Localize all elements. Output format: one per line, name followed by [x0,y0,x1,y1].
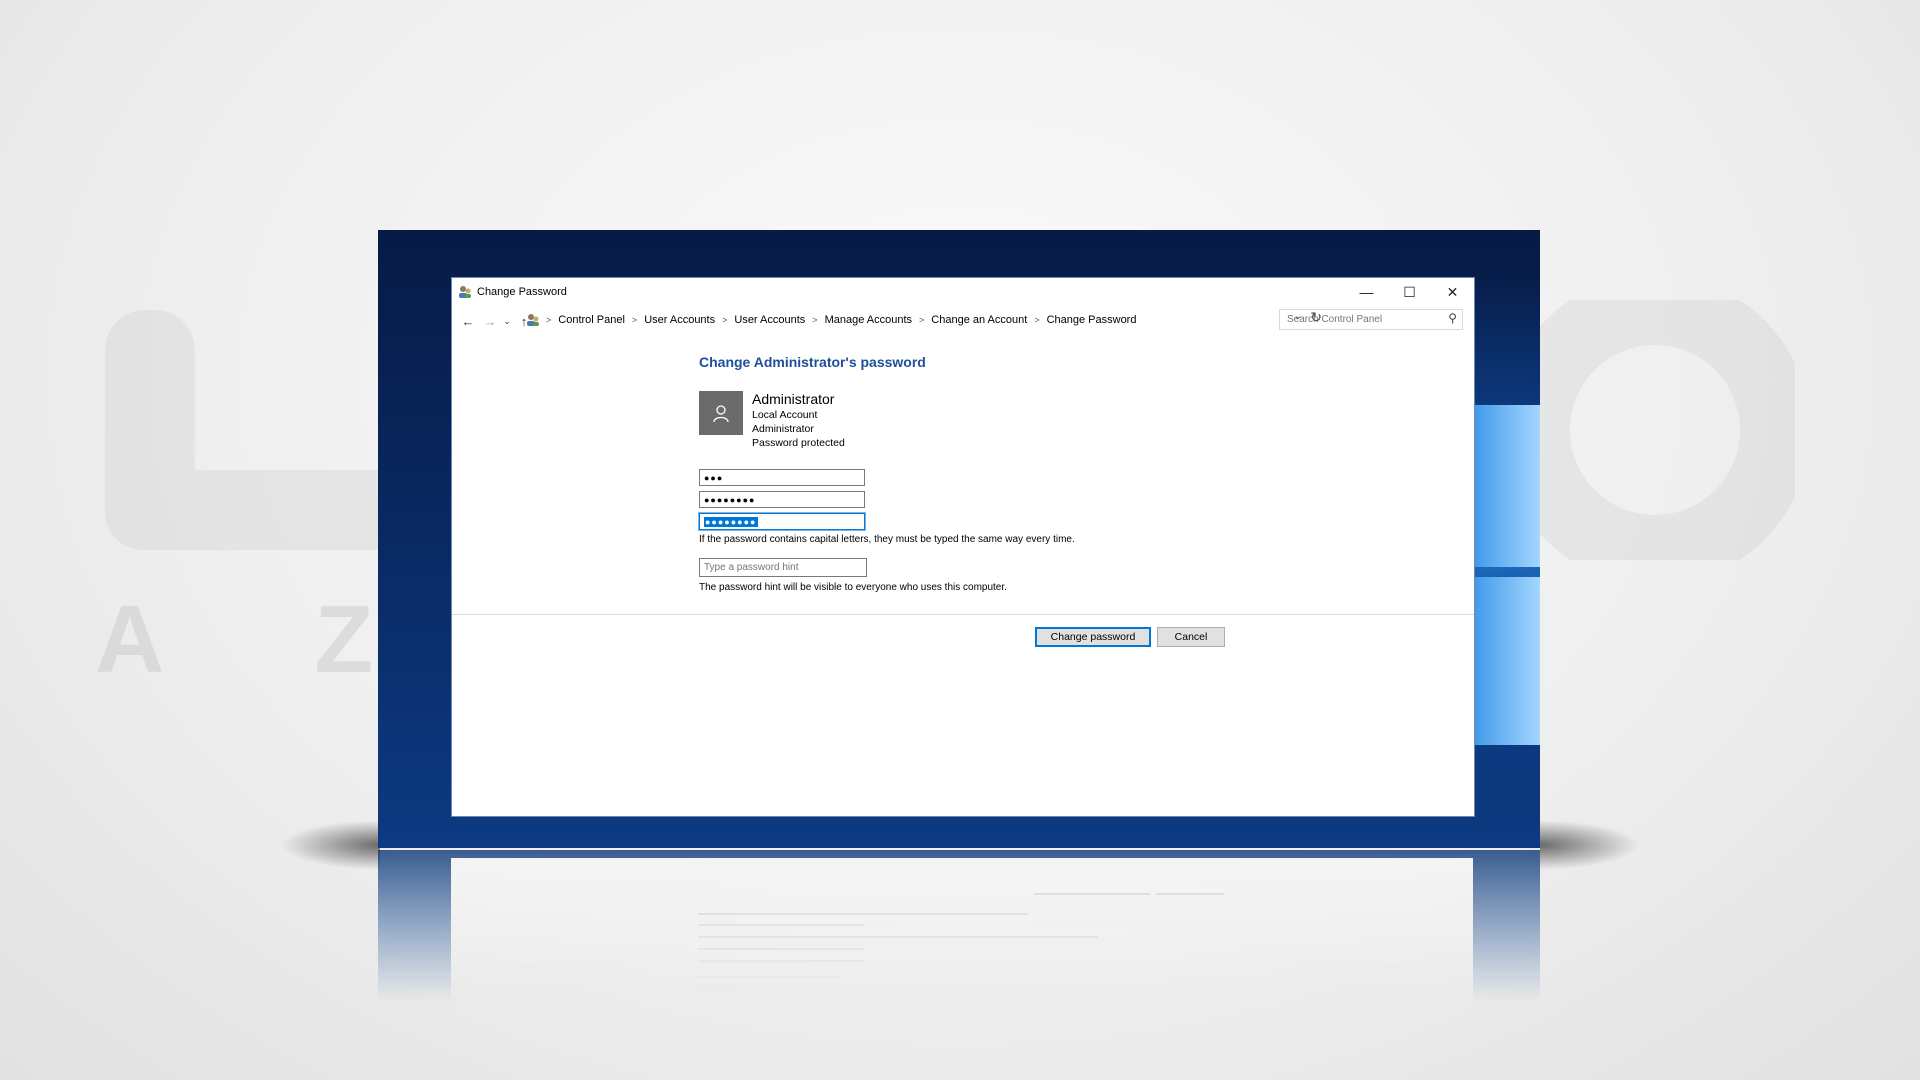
reflection-window [451,858,1473,1010]
current-password-value: ●●● [704,472,724,483]
minimize-button[interactable]: — [1345,278,1388,306]
reflection-line [698,913,1028,915]
new-password-value: ●●●●●●●● [704,494,756,505]
frame-shadow-left [280,820,380,870]
reflection-line [698,960,864,962]
search-input[interactable] [1285,313,1439,326]
user-accounts-icon [459,286,471,298]
reflection-surface [378,850,1540,1010]
address-bar[interactable]: > Control Panel > User Accounts > User A… [527,309,1324,331]
breadcrumb-control-panel[interactable]: Control Panel [558,314,625,326]
watermark-letter: Z [314,586,374,693]
breadcrumb-separator-icon: > [631,315,638,325]
close-button[interactable]: ✕ [1431,278,1474,306]
confirm-password-value: ●●●●●●●● [704,516,758,527]
breadcrumb-separator-icon: > [546,315,552,325]
maximize-button[interactable]: ☐ [1388,278,1431,306]
account-status: Password protected [752,437,845,449]
page-title: Change Administrator's password [699,354,926,370]
user-silhouette-icon [713,405,729,423]
change-password-button[interactable]: Change password [1035,627,1151,647]
recent-locations-chevron-icon[interactable]: ⌄ [501,310,513,332]
reflection-line [698,936,1098,938]
breadcrumb-separator-icon: > [919,315,925,325]
breadcrumb-change-password[interactable]: Change Password [1047,314,1137,326]
breadcrumb-separator-icon: > [1034,315,1040,325]
title-bar: Change Password — ☐ ✕ [452,278,1474,306]
breadcrumb-user-accounts-sub[interactable]: User Accounts [734,314,805,326]
user-name: Administrator [752,391,835,407]
user-card: Administrator Local Account Administrato… [699,391,845,450]
reflection-line [1034,893,1150,895]
breadcrumb-user-accounts[interactable]: User Accounts [644,314,715,326]
search-box[interactable]: ⚲ [1279,309,1463,330]
confirm-password-field[interactable]: ●●●●●●●● [699,513,865,530]
avatar [699,391,743,435]
hint-visibility-note: The password hint will be visible to eve… [699,582,1007,593]
screenshot-reflection [378,850,1540,1010]
password-hint-input[interactable] [699,558,867,577]
window-title: Change Password [477,286,567,298]
new-password-field[interactable]: ●●●●●●●● [699,491,865,508]
breadcrumb-separator-icon: > [722,315,728,325]
control-panel-icon [527,314,539,326]
frame-shadow-right [1540,820,1640,870]
reflection-line [698,924,864,926]
account-role: Administrator [752,423,814,435]
back-arrow-icon[interactable]: ← [457,310,479,332]
change-password-window: Change Password — ☐ ✕ ← → ⌄ ↑ > Control … [451,277,1475,817]
reflection-line [698,990,908,992]
reflection-line [698,976,838,978]
forward-arrow-icon[interactable]: → [479,310,501,332]
desktop-screenshot: Change Password — ☐ ✕ ← → ⌄ ↑ > Control … [378,230,1540,848]
account-type: Local Account [752,409,818,421]
reflection-line [1156,893,1224,895]
breadcrumb-separator-icon: > [812,315,818,325]
capital-letters-note: If the password contains capital letters… [699,534,1075,545]
footer-divider [452,614,1474,615]
current-password-field[interactable]: ●●● [699,469,865,486]
reflection-line [698,948,864,950]
search-icon[interactable]: ⚲ [1448,311,1457,325]
breadcrumb-manage-accounts[interactable]: Manage Accounts [825,314,912,326]
cancel-button[interactable]: Cancel [1157,627,1225,647]
address-row: ← → ⌄ ↑ > Control Panel > User Accounts … [452,306,1474,336]
breadcrumb-change-an-account[interactable]: Change an Account [931,314,1027,326]
caption-buttons: — ☐ ✕ [1345,278,1474,306]
user-info: Administrator Local Account Administrato… [752,391,845,450]
watermark-letter: A [95,586,165,693]
main-content: Change Administrator's password Administ… [699,354,1299,593]
